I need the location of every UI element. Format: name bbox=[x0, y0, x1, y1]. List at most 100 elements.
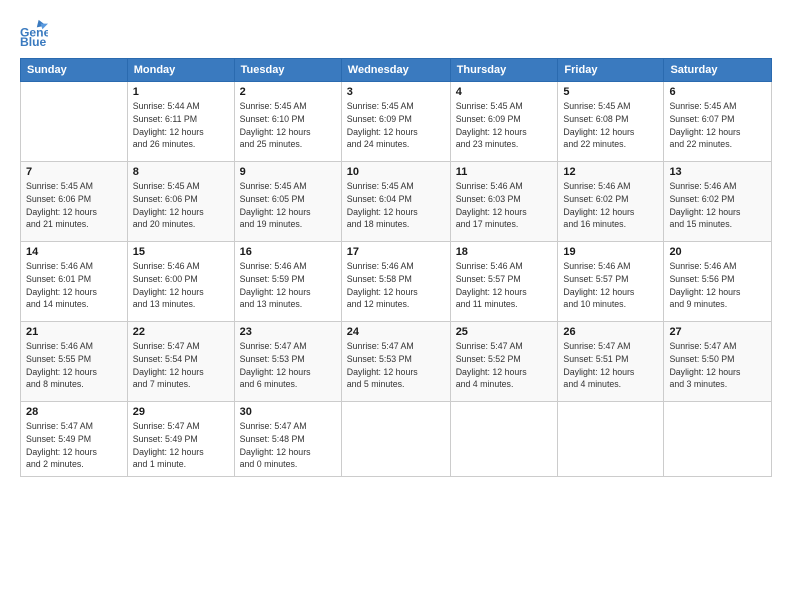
calendar-cell bbox=[664, 402, 772, 477]
day-info: Sunrise: 5:47 AM Sunset: 5:53 PM Dayligh… bbox=[240, 340, 336, 391]
day-info: Sunrise: 5:45 AM Sunset: 6:05 PM Dayligh… bbox=[240, 180, 336, 231]
col-header-tuesday: Tuesday bbox=[234, 59, 341, 82]
calendar-cell: 20 Sunrise: 5:46 AM Sunset: 5:56 PM Dayli… bbox=[664, 242, 772, 322]
day-number: 19 bbox=[563, 246, 658, 258]
day-number: 2 bbox=[240, 86, 336, 98]
calendar-cell: 26Sunrise: 5:47 AM Sunset: 5:51 PM Dayli… bbox=[558, 322, 664, 402]
day-number: 11 bbox=[456, 166, 553, 178]
day-info: Sunrise: 5:46 AM Sunset: 6:02 PM Dayligh… bbox=[669, 180, 766, 231]
calendar-cell: 17 Sunrise: 5:46 AM Sunset: 5:58 PM Dayli… bbox=[341, 242, 450, 322]
calendar-cell: 15 Sunrise: 5:46 AM Sunset: 6:00 PM Dayli… bbox=[127, 242, 234, 322]
calendar-header-row: SundayMondayTuesdayWednesdayThursdayFrid… bbox=[21, 59, 772, 82]
calendar-cell: 12 Sunrise: 5:46 AM Sunset: 6:02 PM Dayli… bbox=[558, 162, 664, 242]
calendar-cell: 11 Sunrise: 5:46 AM Sunset: 6:03 PM Dayli… bbox=[450, 162, 558, 242]
day-number: 4 bbox=[456, 86, 553, 98]
calendar-cell: 8 Sunrise: 5:45 AM Sunset: 6:06 PM Daylig… bbox=[127, 162, 234, 242]
logo: General Blue bbox=[20, 18, 54, 46]
col-header-friday: Friday bbox=[558, 59, 664, 82]
day-info: Sunrise: 5:46 AM Sunset: 5:57 PM Dayligh… bbox=[563, 260, 658, 311]
day-info: Sunrise: 5:46 AM Sunset: 5:55 PM Dayligh… bbox=[26, 340, 122, 391]
calendar-cell: 6Sunrise: 5:45 AM Sunset: 6:07 PM Daylig… bbox=[664, 82, 772, 162]
day-info: Sunrise: 5:45 AM Sunset: 6:06 PM Dayligh… bbox=[26, 180, 122, 231]
day-info: Sunrise: 5:47 AM Sunset: 5:52 PM Dayligh… bbox=[456, 340, 553, 391]
col-header-monday: Monday bbox=[127, 59, 234, 82]
day-number: 7 bbox=[26, 166, 122, 178]
day-number: 29 bbox=[133, 406, 229, 418]
day-number: 25 bbox=[456, 326, 553, 338]
day-number: 6 bbox=[669, 86, 766, 98]
svg-text:Blue: Blue bbox=[20, 35, 47, 46]
day-info: Sunrise: 5:45 AM Sunset: 6:10 PM Dayligh… bbox=[240, 100, 336, 151]
day-info: Sunrise: 5:46 AM Sunset: 5:56 PM Dayligh… bbox=[669, 260, 766, 311]
calendar-cell: 30 Sunrise: 5:47 AM Sunset: 5:48 PM Dayli… bbox=[234, 402, 341, 477]
day-info: Sunrise: 5:47 AM Sunset: 5:48 PM Dayligh… bbox=[240, 420, 336, 471]
day-info: Sunrise: 5:47 AM Sunset: 5:54 PM Dayligh… bbox=[133, 340, 229, 391]
logo-icon: General Blue bbox=[20, 18, 48, 46]
day-info: Sunrise: 5:46 AM Sunset: 6:02 PM Dayligh… bbox=[563, 180, 658, 231]
day-info: Sunrise: 5:45 AM Sunset: 6:09 PM Dayligh… bbox=[347, 100, 445, 151]
calendar-cell: 10Sunrise: 5:45 AM Sunset: 6:04 PM Dayli… bbox=[341, 162, 450, 242]
day-info: Sunrise: 5:46 AM Sunset: 5:57 PM Dayligh… bbox=[456, 260, 553, 311]
day-number: 30 bbox=[240, 406, 336, 418]
day-info: Sunrise: 5:45 AM Sunset: 6:09 PM Dayligh… bbox=[456, 100, 553, 151]
day-number: 9 bbox=[240, 166, 336, 178]
calendar-cell: 14 Sunrise: 5:46 AM Sunset: 6:01 PM Dayli… bbox=[21, 242, 128, 322]
day-number: 12 bbox=[563, 166, 658, 178]
calendar-cell: 2 Sunrise: 5:45 AM Sunset: 6:10 PM Daylig… bbox=[234, 82, 341, 162]
day-number: 17 bbox=[347, 246, 445, 258]
day-number: 27 bbox=[669, 326, 766, 338]
calendar-cell: 18Sunrise: 5:46 AM Sunset: 5:57 PM Dayli… bbox=[450, 242, 558, 322]
day-number: 20 bbox=[669, 246, 766, 258]
day-number: 14 bbox=[26, 246, 122, 258]
calendar-cell: 25 Sunrise: 5:47 AM Sunset: 5:52 PM Dayli… bbox=[450, 322, 558, 402]
day-number: 26 bbox=[563, 326, 658, 338]
col-header-sunday: Sunday bbox=[21, 59, 128, 82]
calendar-cell: 7 Sunrise: 5:45 AM Sunset: 6:06 PM Daylig… bbox=[21, 162, 128, 242]
calendar-cell: 24 Sunrise: 5:47 AM Sunset: 5:53 PM Dayli… bbox=[341, 322, 450, 402]
day-number: 13 bbox=[669, 166, 766, 178]
day-number: 24 bbox=[347, 326, 445, 338]
col-header-thursday: Thursday bbox=[450, 59, 558, 82]
day-info: Sunrise: 5:47 AM Sunset: 5:53 PM Dayligh… bbox=[347, 340, 445, 391]
day-number: 23 bbox=[240, 326, 336, 338]
day-number: 3 bbox=[347, 86, 445, 98]
col-header-saturday: Saturday bbox=[664, 59, 772, 82]
day-info: Sunrise: 5:46 AM Sunset: 6:00 PM Dayligh… bbox=[133, 260, 229, 311]
day-number: 28 bbox=[26, 406, 122, 418]
week-row-4: 21Sunrise: 5:46 AM Sunset: 5:55 PM Dayli… bbox=[21, 322, 772, 402]
day-info: Sunrise: 5:46 AM Sunset: 5:59 PM Dayligh… bbox=[240, 260, 336, 311]
calendar-cell: 23 Sunrise: 5:47 AM Sunset: 5:53 PM Dayli… bbox=[234, 322, 341, 402]
day-number: 15 bbox=[133, 246, 229, 258]
calendar-cell bbox=[450, 402, 558, 477]
calendar-cell: 29Sunrise: 5:47 AM Sunset: 5:49 PM Dayli… bbox=[127, 402, 234, 477]
day-number: 8 bbox=[133, 166, 229, 178]
calendar-cell: 5 Sunrise: 5:45 AM Sunset: 6:08 PM Daylig… bbox=[558, 82, 664, 162]
day-info: Sunrise: 5:45 AM Sunset: 6:04 PM Dayligh… bbox=[347, 180, 445, 231]
header: General Blue bbox=[20, 18, 772, 46]
day-info: Sunrise: 5:45 AM Sunset: 6:08 PM Dayligh… bbox=[563, 100, 658, 151]
calendar-cell: 22Sunrise: 5:47 AM Sunset: 5:54 PM Dayli… bbox=[127, 322, 234, 402]
calendar-cell: 13 Sunrise: 5:46 AM Sunset: 6:02 PM Dayli… bbox=[664, 162, 772, 242]
calendar-cell: 28 Sunrise: 5:47 AM Sunset: 5:49 PM Dayli… bbox=[21, 402, 128, 477]
calendar-cell: 3 Sunrise: 5:45 AM Sunset: 6:09 PM Daylig… bbox=[341, 82, 450, 162]
calendar-cell bbox=[341, 402, 450, 477]
calendar-cell: 21Sunrise: 5:46 AM Sunset: 5:55 PM Dayli… bbox=[21, 322, 128, 402]
week-row-1: 1Sunrise: 5:44 AM Sunset: 6:11 PM Daylig… bbox=[21, 82, 772, 162]
calendar-cell: 1Sunrise: 5:44 AM Sunset: 6:11 PM Daylig… bbox=[127, 82, 234, 162]
calendar-cell: 4 Sunrise: 5:45 AM Sunset: 6:09 PM Daylig… bbox=[450, 82, 558, 162]
day-info: Sunrise: 5:47 AM Sunset: 5:50 PM Dayligh… bbox=[669, 340, 766, 391]
day-info: Sunrise: 5:46 AM Sunset: 5:58 PM Dayligh… bbox=[347, 260, 445, 311]
day-number: 5 bbox=[563, 86, 658, 98]
day-info: Sunrise: 5:45 AM Sunset: 6:06 PM Dayligh… bbox=[133, 180, 229, 231]
day-info: Sunrise: 5:47 AM Sunset: 5:49 PM Dayligh… bbox=[26, 420, 122, 471]
calendar-cell: 27 Sunrise: 5:47 AM Sunset: 5:50 PM Dayli… bbox=[664, 322, 772, 402]
calendar-cell bbox=[558, 402, 664, 477]
col-header-wednesday: Wednesday bbox=[341, 59, 450, 82]
day-number: 1 bbox=[133, 86, 229, 98]
day-info: Sunrise: 5:46 AM Sunset: 6:01 PM Dayligh… bbox=[26, 260, 122, 311]
calendar-cell: 16Sunrise: 5:46 AM Sunset: 5:59 PM Dayli… bbox=[234, 242, 341, 322]
calendar-cell: 19 Sunrise: 5:46 AM Sunset: 5:57 PM Dayli… bbox=[558, 242, 664, 322]
calendar-cell bbox=[21, 82, 128, 162]
calendar-table: SundayMondayTuesdayWednesdayThursdayFrid… bbox=[20, 58, 772, 477]
day-info: Sunrise: 5:46 AM Sunset: 6:03 PM Dayligh… bbox=[456, 180, 553, 231]
